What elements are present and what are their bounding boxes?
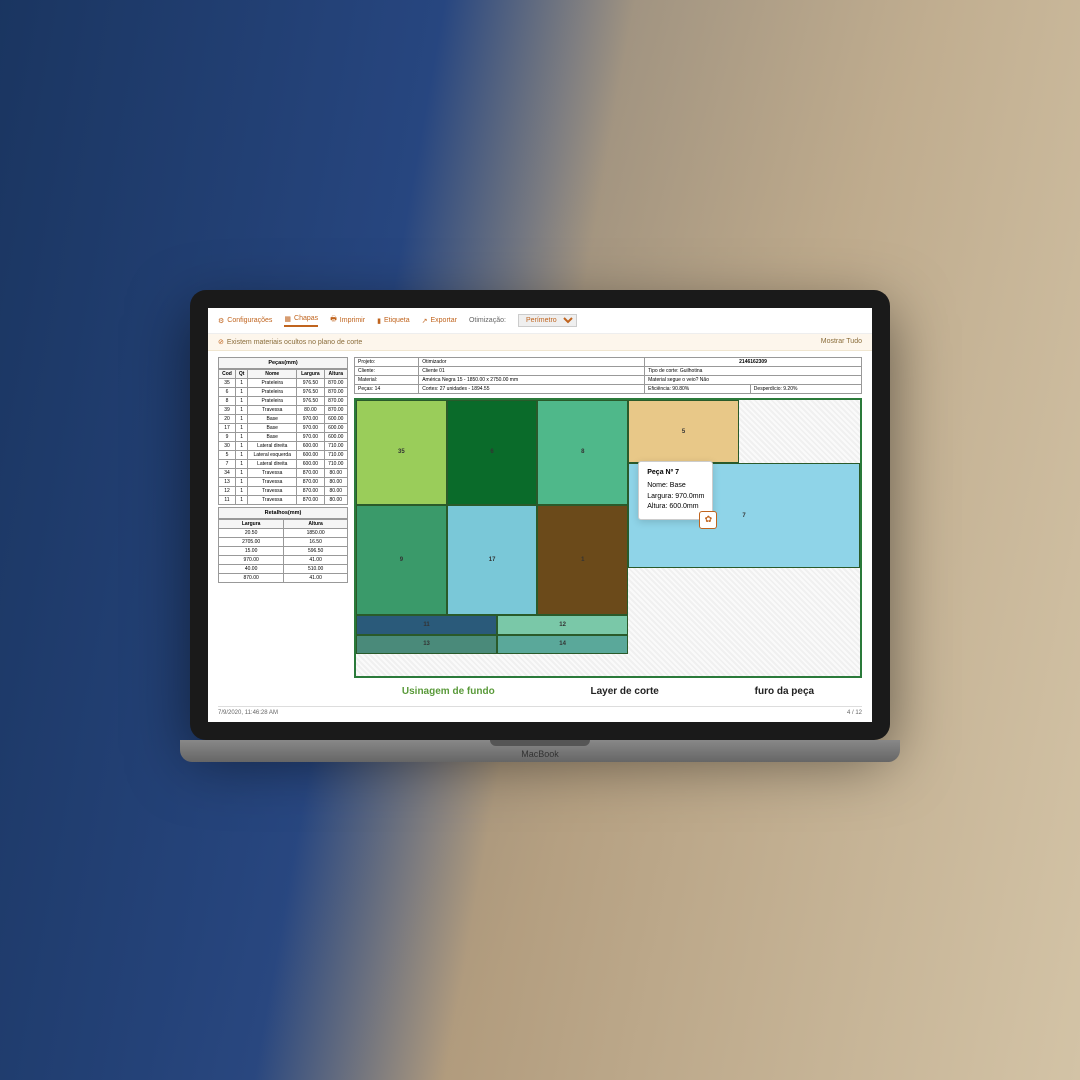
piece[interactable]: 14 — [497, 635, 628, 654]
menu-imprimir[interactable]: Imprimir — [330, 315, 365, 326]
anno-layer: Layer de corte — [590, 686, 658, 697]
show-all-link[interactable]: Mostrar Tudo — [821, 338, 862, 346]
table-row[interactable]: 351Prateleira976.50870.00 — [219, 379, 348, 388]
menu-chapas[interactable]: Chapas — [284, 315, 318, 327]
menu-exportar[interactable]: Exportar — [422, 317, 457, 325]
anno-usinagem: Usinagem de fundo — [402, 686, 495, 697]
sheets-icon — [284, 315, 291, 323]
otim-select[interactable]: Perímetro — [518, 314, 577, 327]
piece[interactable]: 17 — [447, 505, 538, 615]
menu-etiqueta[interactable]: Etiqueta — [377, 317, 410, 325]
table-row[interactable]: 870.0041.00 — [219, 574, 348, 583]
gear-icon — [218, 317, 224, 325]
col-header: Qt — [236, 370, 248, 379]
table-row[interactable]: 20.501850.00 — [219, 529, 348, 538]
app-screen: Configurações Chapas Imprimir Etiqueta E… — [208, 308, 872, 722]
table-row[interactable]: 301Lateral direita600.00710.00 — [219, 442, 348, 451]
col-header: Cod — [219, 370, 236, 379]
pecas-table: CodQtNomeLarguraAltura 351Prateleira976.… — [218, 369, 348, 505]
warning-text: Existem materiais ocultos no plano de co… — [227, 339, 362, 346]
toolbar: Configurações Chapas Imprimir Etiqueta E… — [208, 308, 872, 334]
page-counter: 4 / 12 — [847, 710, 862, 716]
table-row[interactable]: 91Base970.00600.00 — [219, 433, 348, 442]
table-row[interactable]: 341Travessa870.0080.00 — [219, 469, 348, 478]
table-row[interactable]: 201Base970.00600.00 — [219, 415, 348, 424]
piece[interactable]: 9 — [356, 505, 447, 615]
piece-tooltip: Peça Nº 7 Nome: Base Largura: 970.0mm Al… — [638, 461, 713, 520]
laptop-mockup: Configurações Chapas Imprimir Etiqueta E… — [180, 290, 900, 790]
retalhos-title: Retalhos(mm) — [218, 507, 348, 519]
print-icon — [330, 315, 337, 326]
table-row[interactable]: 81Prateleira976.50870.00 — [219, 397, 348, 406]
retalhos-table: LarguraAltura 20.501850.002705.0016.5015… — [218, 519, 348, 583]
col-header: Altura — [324, 370, 347, 379]
table-row[interactable]: 51Lateral esquerda600.00710.00 — [219, 451, 348, 460]
table-row[interactable]: 970.0041.00 — [219, 556, 348, 565]
piece[interactable]: 13 — [356, 635, 497, 654]
screen-frame: Configurações Chapas Imprimir Etiqueta E… — [190, 290, 890, 740]
table-row[interactable]: 2705.0016.50 — [219, 538, 348, 547]
table-row[interactable]: 40.00510.00 — [219, 565, 348, 574]
table-row[interactable]: 391Travessa80.00870.00 — [219, 406, 348, 415]
cut-plan[interactable]: 35 6 8 5 7 9 17 1 11 13 12 14 Peça Nº 7 — [354, 398, 862, 678]
piece[interactable]: 12 — [497, 615, 628, 634]
piece[interactable]: 6 — [447, 400, 538, 505]
menu-config[interactable]: Configurações — [218, 317, 272, 325]
info-table: Projeto:Otimizador2146162309 Cliente:Cli… — [354, 357, 862, 394]
piece[interactable]: 11 — [356, 615, 497, 634]
table-row[interactable]: 171Base970.00600.00 — [219, 424, 348, 433]
timestamp: 7/9/2020, 11:46:28 AM — [218, 710, 278, 716]
otim-label: Otimização: — [469, 317, 506, 324]
table-row[interactable]: 121Travessa870.0080.00 — [219, 487, 348, 496]
annotations: Usinagem de fundo Layer de corte furo da… — [354, 686, 862, 697]
table-row[interactable]: 15.00596.50 — [219, 547, 348, 556]
piece[interactable]: 5 — [628, 400, 739, 463]
col-header: Largura — [219, 520, 284, 529]
piece[interactable]: 35 — [356, 400, 447, 505]
col-header: Altura — [284, 520, 348, 529]
piece[interactable]: 1 — [537, 505, 628, 615]
table-row[interactable]: 111Travessa870.0080.00 — [219, 496, 348, 505]
tag-icon — [377, 317, 381, 325]
export-icon — [422, 317, 428, 325]
warning-icon: ⊘ — [218, 339, 224, 346]
col-header: Largura — [297, 370, 324, 379]
anno-furo: furo da peça — [755, 686, 814, 697]
pecas-title: Peças(mm) — [218, 357, 348, 369]
col-header: Nome — [248, 370, 297, 379]
tooltip-action-icon[interactable]: ✿ — [699, 511, 717, 529]
table-row[interactable]: 131Travessa870.0080.00 — [219, 478, 348, 487]
footer: 7/9/2020, 11:46:28 AM 4 / 12 — [218, 706, 862, 716]
laptop-base: MacBook — [180, 740, 900, 762]
piece[interactable]: 8 — [537, 400, 628, 505]
table-row[interactable]: 61Prateleira976.50870.00 — [219, 388, 348, 397]
table-row[interactable]: 71Lateral direita600.00710.00 — [219, 460, 348, 469]
warning-bar: ⊘Existem materiais ocultos no plano de c… — [208, 334, 872, 351]
